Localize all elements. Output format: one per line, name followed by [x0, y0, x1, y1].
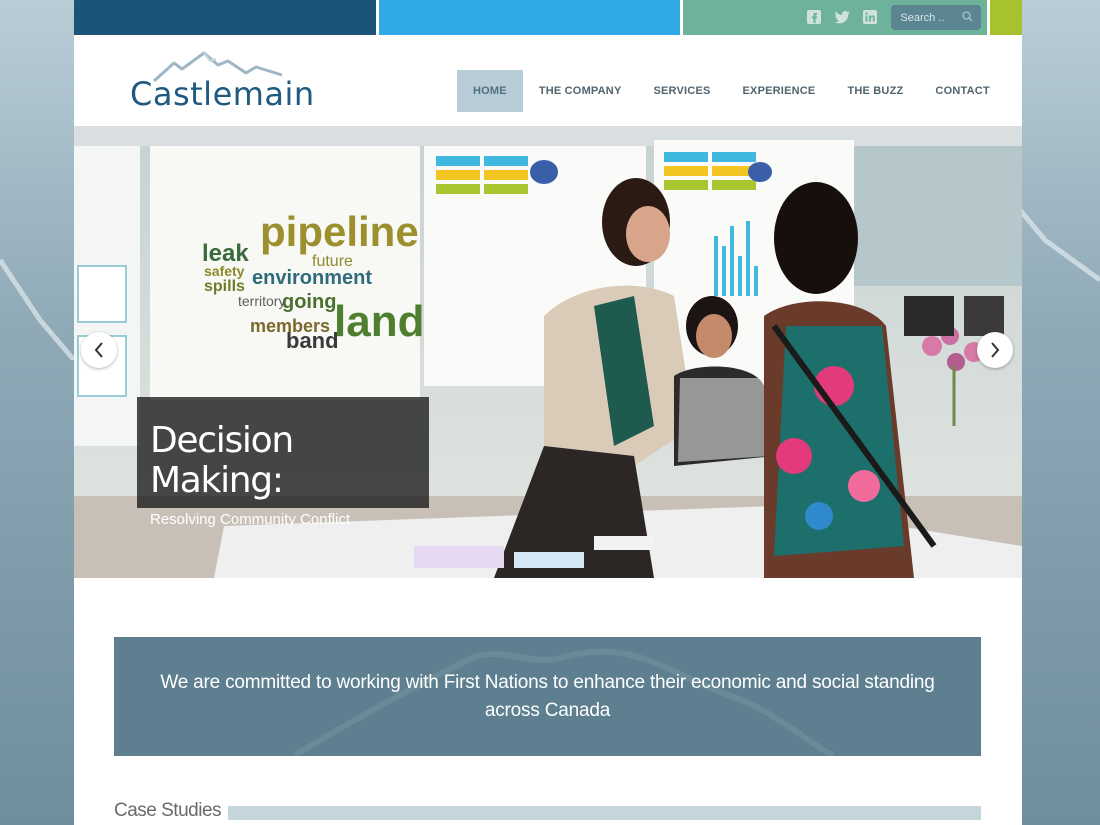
- search-input[interactable]: [900, 11, 961, 24]
- top-bar-segment-1: [74, 0, 376, 35]
- search-icon[interactable]: [962, 11, 973, 22]
- hero-slider: pipeline leak environment going land mem…: [74, 126, 1022, 578]
- slide-subtitle: Resolving Community Conflict: [150, 511, 351, 528]
- nav-item-the-buzz[interactable]: THE BUZZ: [831, 70, 919, 112]
- nav-item-contact[interactable]: CONTACT: [919, 70, 1005, 112]
- slide-title: Decision Making:: [150, 420, 294, 501]
- site-header: Castlemain HOME THE COMPANY SERVICES EXP…: [74, 35, 1022, 126]
- top-bar-segment-2: [378, 0, 681, 35]
- slider-prev-button[interactable]: [81, 332, 117, 368]
- slider-next-button[interactable]: [977, 332, 1013, 368]
- slide-caption: Decision Making: Resolving Community Con…: [137, 397, 429, 528]
- svg-text:territory: territory: [238, 293, 285, 309]
- top-color-bar: [74, 0, 1022, 35]
- svg-text:band: band: [286, 328, 339, 353]
- svg-text:future: future: [312, 253, 353, 270]
- svg-text:environment: environment: [252, 267, 372, 289]
- case-studies-heading: Case Studies: [114, 800, 222, 821]
- svg-text:going: going: [282, 291, 336, 313]
- facebook-icon[interactable]: [805, 8, 823, 26]
- svg-text:safety: safety: [204, 263, 245, 279]
- background-mountain-left: [0, 258, 76, 360]
- social-links: [805, 8, 879, 26]
- linkedin-icon[interactable]: [861, 8, 879, 26]
- top-bar-segment-4: [990, 0, 1022, 35]
- page-container: Castlemain HOME THE COMPANY SERVICES EXP…: [74, 0, 1022, 825]
- main-nav: HOME THE COMPANY SERVICES EXPERIENCE THE…: [457, 70, 1006, 112]
- logo[interactable]: Castlemain: [130, 49, 314, 119]
- chevron-right-icon: [991, 342, 1000, 358]
- logo-text: Castlemain: [130, 75, 315, 113]
- twitter-icon[interactable]: [833, 8, 851, 26]
- mission-text: We are committed to working with First N…: [160, 671, 935, 721]
- nav-item-services[interactable]: SERVICES: [637, 70, 726, 112]
- nav-item-the-company[interactable]: THE COMPANY: [523, 70, 638, 112]
- case-studies-divider: [228, 806, 981, 820]
- mission-banner: We are committed to working with First N…: [114, 637, 981, 756]
- chevron-left-icon: [94, 342, 103, 358]
- top-bar-segment-3: [683, 0, 988, 35]
- nav-item-home[interactable]: HOME: [457, 70, 523, 112]
- svg-text:land: land: [334, 297, 424, 346]
- background-mountain-right: [1020, 208, 1100, 283]
- nav-item-experience[interactable]: EXPERIENCE: [727, 70, 832, 112]
- svg-text:pipeline: pipeline: [260, 208, 419, 255]
- search-box[interactable]: [891, 5, 982, 30]
